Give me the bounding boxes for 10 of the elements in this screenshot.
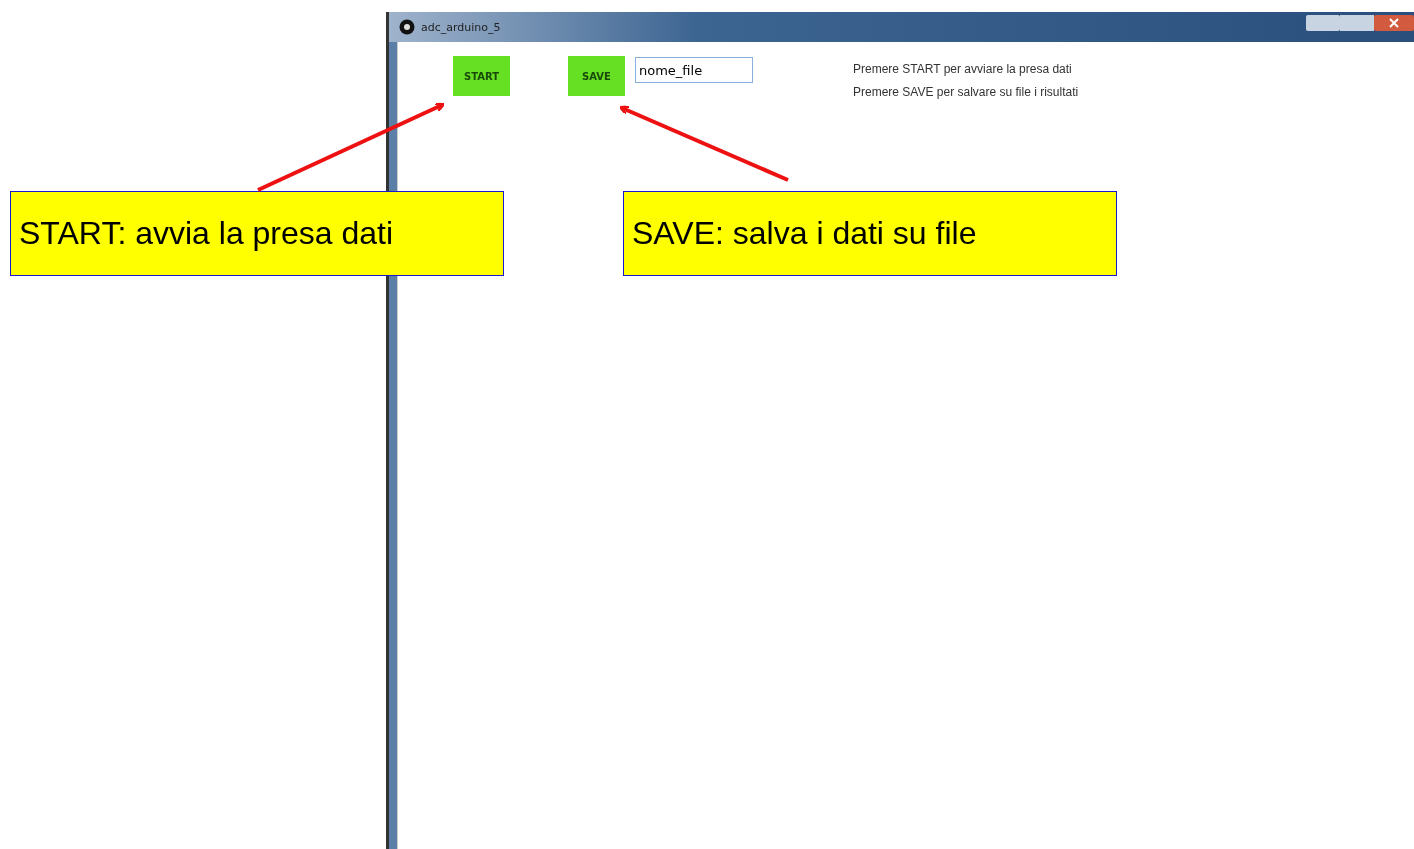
callout-label: SAVE: salva i dati su file <box>623 191 1117 276</box>
instruction-text: Premere SAVE per salvare su file i risultati <box>853 84 1079 101</box>
window-controls-icon[interactable] <box>1306 14 1414 32</box>
filename-field[interactable]: nome_file <box>635 57 753 83</box>
callout-label: START: avvia la presa dati <box>10 191 504 276</box>
save-button[interactable]: SAVE <box>568 56 625 96</box>
start-button[interactable]: START <box>453 56 510 96</box>
app-icon <box>399 19 415 35</box>
instruction-text: Premere START per avviare la presa dati <box>853 61 1073 78</box>
window-title: adc_arduino_5 <box>421 20 501 34</box>
